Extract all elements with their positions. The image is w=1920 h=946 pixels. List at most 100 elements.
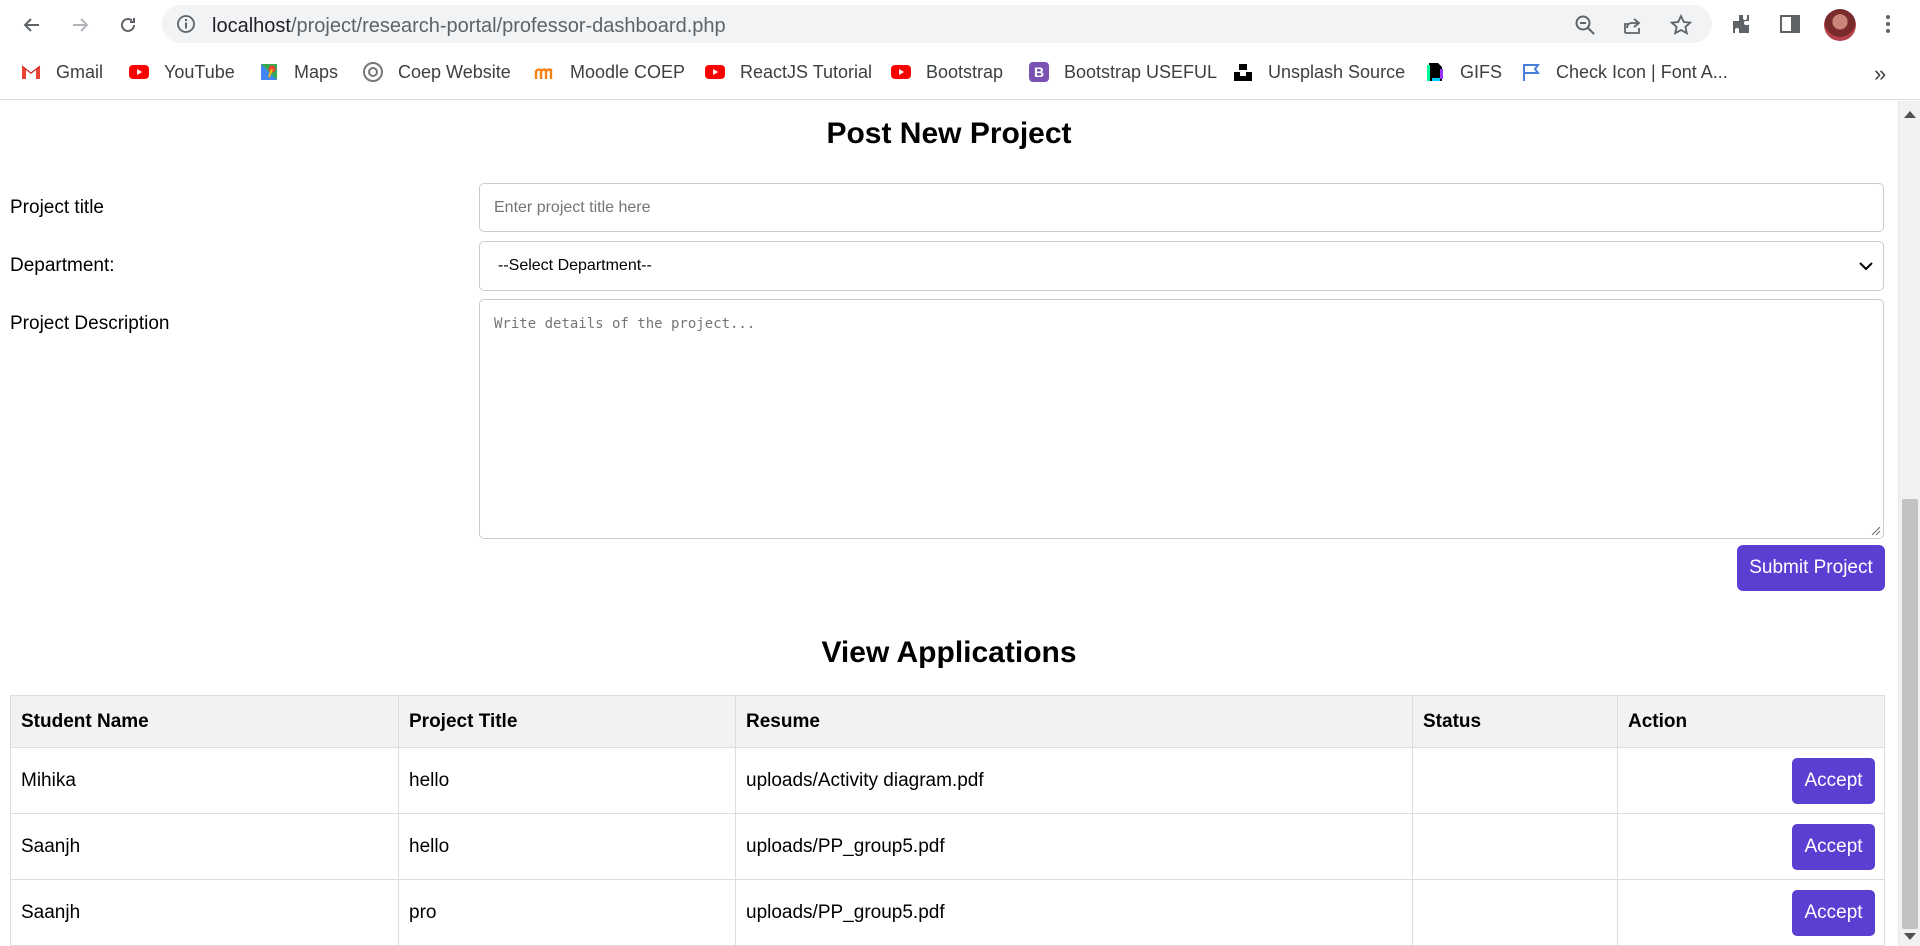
bookmark-label: GIFS: [1460, 61, 1503, 82]
bookmark-bootstrap[interactable]: Bootstrap: [890, 59, 1003, 85]
applications-heading: View Applications: [821, 636, 1077, 669]
bookmarks-overflow-button[interactable]: »: [1874, 61, 1886, 87]
more-menu-icon[interactable]: [1876, 12, 1900, 36]
column-header: Project Title: [398, 695, 736, 748]
gmail-icon: [20, 61, 42, 83]
project-title-input[interactable]: Enter project title here: [479, 183, 1884, 232]
browser-chrome: localhost/project/research-portal/profes…: [0, 0, 1920, 100]
project-title-label: Project title: [10, 197, 104, 218]
project-title-cell: pro: [398, 879, 736, 946]
resume-cell: uploads/PP_group5.pdf: [735, 879, 1413, 946]
side-panel-icon[interactable]: [1778, 12, 1802, 36]
bootstrap-icon: B: [1028, 61, 1050, 83]
accept-button[interactable]: Accept: [1792, 757, 1875, 804]
bookmark-gifs[interactable]: GIFS: [1424, 59, 1502, 85]
flag-icon: [1520, 61, 1542, 83]
bookmark-label: Bootstrap: [926, 61, 1004, 82]
forward-button[interactable]: [64, 9, 96, 41]
accept-button[interactable]: Accept: [1792, 823, 1875, 870]
table-row: Saanjh pro uploads/PP_group5.pdf Accept: [10, 879, 1885, 946]
department-select[interactable]: --Select Department--: [479, 241, 1884, 291]
accept-button[interactable]: Accept: [1792, 889, 1875, 936]
table-row: Saanjh hello uploads/PP_group5.pdf Accep…: [10, 813, 1885, 880]
resume-cell: uploads/Activity diagram.pdf: [735, 747, 1413, 814]
bookmarks-bar: Gmail YouTube Maps Coep Website Moodle C…: [0, 53, 1920, 91]
bookmark-star-icon[interactable]: [1670, 14, 1692, 36]
gifs-icon: [1424, 61, 1446, 83]
bookmark-youtube[interactable]: YouTube: [128, 59, 235, 85]
status-cell: [1412, 747, 1618, 814]
youtube-icon: [890, 61, 912, 83]
bookmark-label: Unsplash Source: [1268, 61, 1406, 82]
unsplash-icon: [1232, 61, 1254, 83]
bookmark-label: Maps: [294, 61, 339, 82]
bookmark-label: Coep Website: [398, 61, 511, 82]
description-placeholder: Write details of the project...: [494, 316, 756, 332]
department-label: Department:: [10, 255, 115, 276]
bookmark-check-icon[interactable]: Check Icon | Font A...: [1520, 59, 1728, 85]
bookmark-moodle-coep[interactable]: Moodle COEP: [534, 59, 685, 85]
bookmark-maps[interactable]: Maps: [258, 59, 338, 85]
bookmark-reactjs-tutorial[interactable]: ReactJS Tutorial: [704, 59, 872, 85]
bookmark-unsplash-source[interactable]: Unsplash Source: [1232, 59, 1405, 85]
student-name-cell: Saanjh: [10, 879, 399, 946]
bookmark-label: ReactJS Tutorial: [740, 61, 873, 82]
table-header-row: Student Name Project Title Resume Status…: [10, 695, 1885, 748]
column-header: Action: [1617, 695, 1885, 748]
share-icon[interactable]: [1622, 14, 1644, 36]
project-description-label: Project Description: [10, 313, 170, 334]
project-title-cell: hello: [398, 813, 736, 880]
status-cell: [1412, 879, 1618, 946]
coep-icon: [362, 61, 384, 83]
department-selected-value: --Select Department--: [498, 257, 652, 274]
page-content: Post New Project Project title Enter pro…: [0, 101, 1898, 946]
profile-avatar[interactable]: [1824, 9, 1856, 41]
action-cell: Accept: [1617, 813, 1885, 880]
submit-project-button[interactable]: Submit Project: [1737, 545, 1885, 591]
bookmark-label: Check Icon | Font A...: [1556, 61, 1728, 82]
forward-arrow-icon: [73, 18, 89, 32]
back-arrow-icon: [23, 18, 39, 32]
extensions-icon[interactable]: [1730, 12, 1754, 36]
column-header: Status: [1412, 695, 1618, 748]
student-name-cell: Mihika: [10, 747, 399, 814]
zoom-icon[interactable]: [1574, 14, 1596, 36]
column-header: Student Name: [10, 695, 399, 748]
student-name-cell: Saanjh: [10, 813, 399, 880]
browser-toolbar: localhost/project/research-portal/profes…: [0, 0, 1920, 50]
bookmark-label: Bootstrap USEFUL: [1064, 61, 1218, 82]
applications-table: Student Name Project Title Resume Status…: [10, 695, 1885, 946]
reload-button[interactable]: [112, 9, 144, 41]
bookmark-gmail[interactable]: Gmail: [20, 59, 103, 85]
column-header: Resume: [735, 695, 1413, 748]
site-info-icon[interactable]: [176, 14, 196, 34]
url-host: localhost: [212, 15, 291, 37]
resize-grip-icon[interactable]: [1869, 524, 1881, 536]
form-heading: Post New Project: [826, 117, 1072, 150]
scrollbar-thumb[interactable]: [1902, 499, 1918, 929]
table-row: Mihika hello uploads/Activity diagram.pd…: [10, 747, 1885, 814]
svg-text:B: B: [1034, 64, 1044, 80]
scroll-down-arrow-icon[interactable]: [1904, 933, 1916, 940]
bookmark-label: Moodle COEP: [570, 61, 686, 82]
url-path: /project/research-portal/professor-dashb…: [290, 15, 726, 37]
project-description-textarea[interactable]: Write details of the project...: [479, 299, 1884, 539]
moodle-icon: [534, 61, 556, 83]
chevron-down-icon: [1859, 262, 1873, 271]
back-button[interactable]: [16, 9, 48, 41]
status-cell: [1412, 813, 1618, 880]
scroll-up-arrow-icon[interactable]: [1904, 111, 1916, 118]
bookmark-bootstrap-useful[interactable]: B Bootstrap USEFUL: [1028, 59, 1217, 85]
action-cell: Accept: [1617, 747, 1885, 814]
bookmark-coep-website[interactable]: Coep Website: [362, 59, 511, 85]
reload-icon: [121, 17, 135, 32]
page-scrollbar[interactable]: [1898, 101, 1920, 946]
youtube-icon: [704, 61, 726, 83]
url-text: localhost/project/research-portal/profes…: [212, 15, 726, 38]
bookmark-label: YouTube: [164, 61, 235, 82]
action-cell: Accept: [1617, 879, 1885, 946]
youtube-icon: [128, 61, 150, 83]
maps-icon: [258, 61, 280, 83]
address-bar[interactable]: localhost/project/research-portal/profes…: [162, 5, 1712, 43]
resume-cell: uploads/PP_group5.pdf: [735, 813, 1413, 880]
